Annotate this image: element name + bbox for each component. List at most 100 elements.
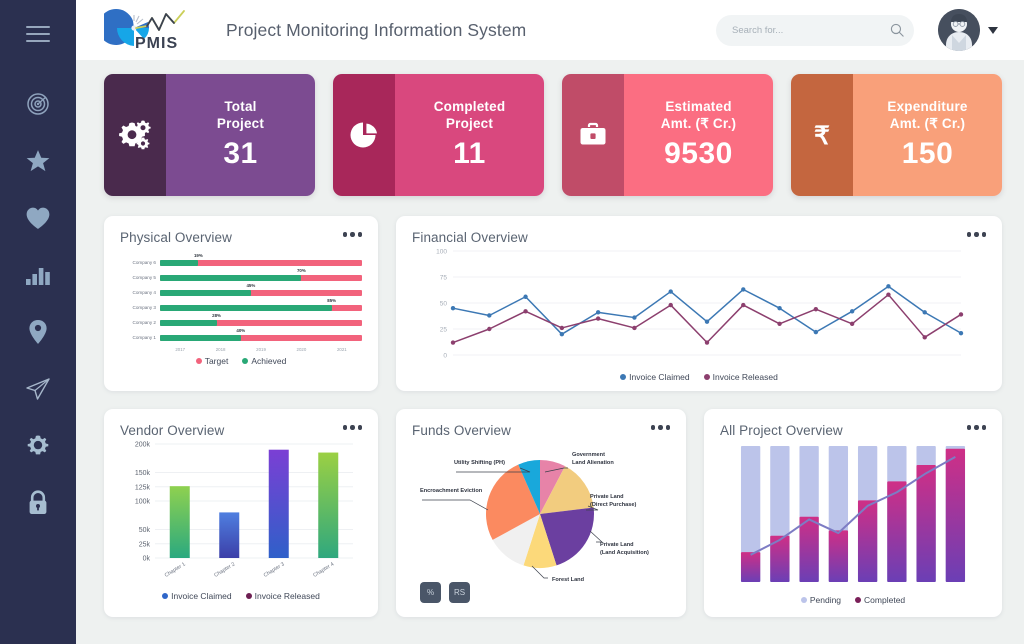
kpi-body: Completed Project 11 [395,74,544,196]
sidebar-item-location[interactable] [12,312,64,352]
x-axis-tick: 2019 [256,347,266,352]
kpi-value: 150 [901,136,954,170]
bar[interactable] [318,452,339,558]
x-axis-tick: 2017 [175,347,186,352]
target-bar: 85% [160,298,362,311]
y-axis-tick: 50 [440,300,448,307]
physical-overview-bar-row[interactable]: Company 5 70% [120,268,362,285]
vendor-overview-chart: 0k 25k 50k 100k 125k 150k 200k Chapter 1 Chapter… [120,438,362,591]
sidebar-item-heart[interactable] [12,198,64,238]
pie-slice-label: Encroachment Eviction [420,488,483,494]
sidebar-item-settings[interactable] [12,426,64,466]
target-bar: 70% [160,268,362,281]
sidebar-item-menu-toggle[interactable] [12,14,64,54]
achieved-bar [160,334,241,341]
panel-funds-overview: Funds Overview Government Land Alienation… [396,409,686,617]
funds-overview-chart: Government Land Alienation Private Land (Di… [412,438,670,603]
x-axis-tick: Chapter 3 [263,561,286,578]
chevron-down-icon[interactable] [988,26,998,34]
legend-item[interactable]: Invoice Claimed [162,591,232,601]
financial-overview-chart: 0 25 50 75 100 [412,245,986,372]
brand[interactable]: PMIS Project Monitoring Information Syst… [98,6,527,54]
kpi-value: 11 [453,136,486,170]
physical-overview-bar-row[interactable]: Company 1 40% [120,327,362,345]
legend-label: Invoice Released [254,591,320,601]
page-title: Project Monitoring Information System [226,19,527,40]
legend-swatch [703,374,710,380]
legend-item[interactable]: Pending [800,595,842,605]
kpi-card-expenditure-amount[interactable]: ₹ Expenditure Amt. (₹ Cr.) 150 [791,74,1002,196]
funds-toggle-percent[interactable]: % [420,582,441,603]
physical-overview-bar-row[interactable]: Company 3 85% [120,298,362,315]
search-box[interactable] [716,14,914,46]
panel-all-project-overview: All Project Overview Pending Completed [704,409,1002,617]
bar[interactable] [219,512,240,558]
bar-completed[interactable] [916,465,936,582]
legend-label: Completed [864,595,906,605]
kpi-label-line1: Expenditure [887,98,968,114]
legend-item[interactable]: Invoice Released [245,591,320,601]
legend-swatch [245,593,252,599]
legend-item[interactable]: Achieved [242,356,286,366]
bar-completed[interactable] [828,530,849,582]
search-icon[interactable] [890,23,904,37]
y-axis-tick: 50k [139,527,151,534]
bar-completed[interactable] [945,448,966,582]
legend-label: Pending [809,595,842,605]
sidebar [0,0,76,644]
bar[interactable] [169,486,190,558]
legend-item[interactable]: Invoice Claimed [620,372,690,382]
physical-overview-more-options[interactable] [342,232,362,237]
kpi-body: Total Project 31 [166,74,315,196]
achieved-bar [160,274,302,281]
kpi-card-completed-project[interactable]: Completed Project 11 [333,74,544,196]
physical-overview-bar-row[interactable]: Company 6 19% [120,253,362,270]
legend-label: Invoice Claimed [171,591,232,601]
kpi-icon-wrap [104,74,166,196]
bar-category-label: Company 3 [132,305,157,310]
user-avatar-icon [938,9,980,51]
bar-category-label: Company 5 [132,275,157,280]
kpi-label-line1: Completed [433,98,506,114]
funds-overview-more-options[interactable] [650,425,670,430]
bar-value-label: 70% [296,267,306,273]
all-project-overview-more-options[interactable] [966,425,986,430]
kpi-label-line1: Total [224,98,257,114]
sidebar-item-analytics[interactable] [12,255,64,295]
physical-overview-bar-row[interactable]: Company 4 45% [120,283,362,300]
y-axis-tick: 125k [135,484,151,491]
bar-completed[interactable] [799,516,819,582]
kpi-card-total-project[interactable]: Total Project 31 [104,74,315,196]
sidebar-item-target[interactable] [12,84,64,124]
bar-completed[interactable] [740,552,761,582]
vendor-bar-chart: 0k 25k 50k 100k 125k 150k 200k Chapter 1 Chapter… [135,442,353,579]
main-area: PMIS Project Monitoring Information Syst… [76,0,1024,644]
funds-toggle-rupees[interactable]: RS [449,582,470,603]
avatar[interactable] [938,9,980,51]
sidebar-item-send[interactable] [12,369,64,409]
kpi-label-line2: Project [445,115,494,131]
legend-item[interactable]: Invoice Released [703,372,778,382]
pie-slice-label: Private Land [590,494,624,500]
all-project-stacked-bar-chart [740,446,966,582]
panel-physical-overview: Physical Overview Company 6 19% Company 5 7… [104,216,378,391]
achieved-bar [160,289,251,296]
location-pin-icon [29,320,47,344]
legend-label: Target [204,356,229,366]
legend-item[interactable]: Target [195,356,229,366]
kpi-card-estimated-amount[interactable]: Estimated Amt. (₹ Cr.) 9530 [562,74,773,196]
bar[interactable] [268,449,289,558]
vendor-overview-more-options[interactable] [342,425,362,430]
physical-overview-legend: Target Achieved [120,356,362,366]
legend-swatch [162,593,169,599]
pie-slice-label: (Direct Purchase) [590,502,636,508]
panel-title: All Project Overview [720,423,843,438]
target-bar: 45% [160,283,362,296]
sidebar-item-security[interactable] [12,483,64,523]
achieved-bar [160,304,332,311]
legend-item[interactable]: Completed [855,595,905,605]
sidebar-item-star[interactable] [12,141,64,181]
search-input[interactable] [732,24,890,36]
bar-value-label: 40% [236,327,246,333]
financial-overview-more-options[interactable] [966,232,986,237]
